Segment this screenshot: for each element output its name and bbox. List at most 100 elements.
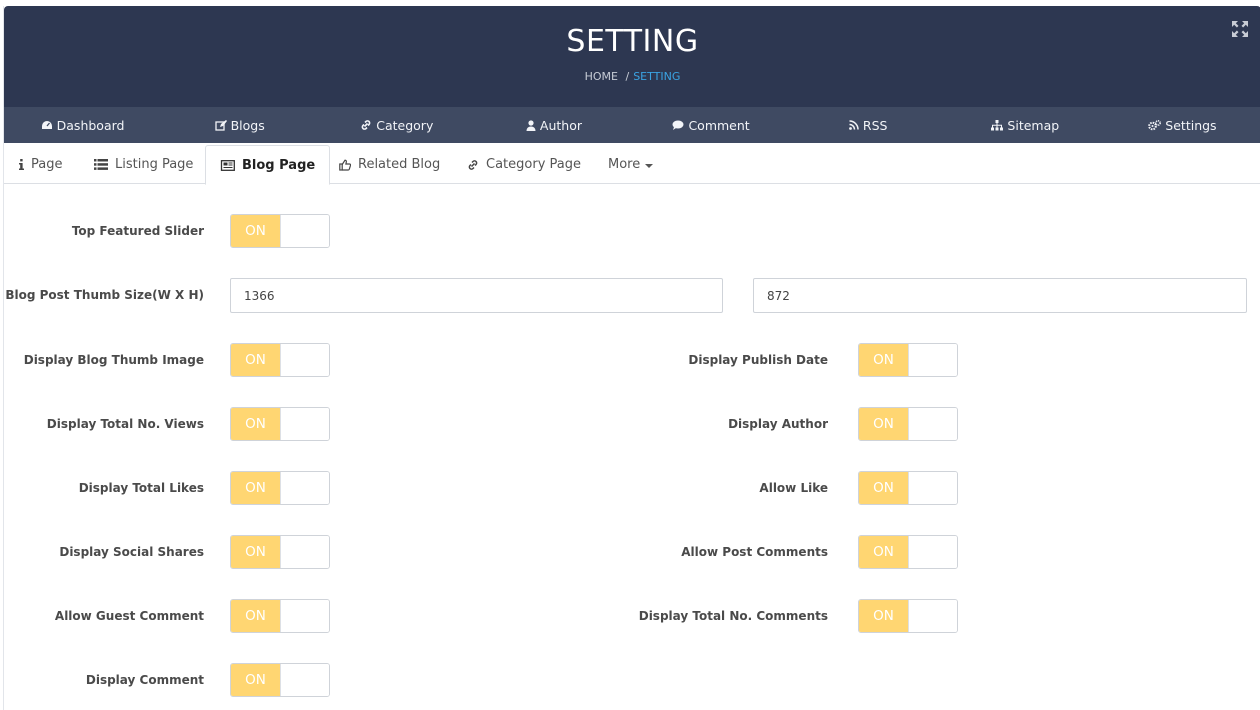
toggle-handle[interactable]: [280, 536, 329, 568]
display-blog-thumb-image-toggle[interactable]: ON: [230, 343, 330, 377]
nav-item-settings[interactable]: Settings: [1104, 107, 1260, 143]
toggle-on-state: ON: [231, 536, 280, 568]
display-total-likes-label: Display Total Likes: [78, 481, 204, 495]
tab-label: Category Page: [486, 157, 581, 172]
edit-icon: [214, 119, 227, 131]
info-icon: [19, 159, 24, 170]
tab-blog-page[interactable]: Blog Page: [205, 145, 331, 185]
toggle-on-state: ON: [231, 472, 280, 504]
display-total-likes-toggle[interactable]: ON: [230, 471, 330, 505]
tab-label: Page: [31, 157, 63, 172]
toggle-handle[interactable]: [280, 408, 329, 440]
toggle-handle[interactable]: [908, 600, 957, 632]
display-total-views-toggle[interactable]: ON: [230, 407, 330, 441]
expand-icon[interactable]: [1231, 20, 1249, 38]
toggle-on-state: ON: [859, 344, 908, 376]
allow-like-label: Allow Like: [759, 481, 828, 495]
nav-item-dashboard[interactable]: Dashboard: [4, 107, 161, 143]
breadcrumb: HOME / SETTING: [4, 70, 1260, 83]
thumb-height-input[interactable]: [753, 278, 1247, 313]
nav-item-label: Blogs: [230, 117, 265, 133]
tab-label: Listing Page: [115, 157, 194, 172]
page-header: SETTING HOME / SETTING: [4, 6, 1260, 107]
allow-guest-comment-toggle[interactable]: ON: [230, 599, 330, 633]
toggle-handle[interactable]: [908, 536, 957, 568]
toggle-on-state: ON: [859, 472, 908, 504]
tab-more-dropdown[interactable]: More: [608, 145, 654, 184]
allow-post-comments-toggle[interactable]: ON: [858, 535, 958, 569]
display-comment-label: Display Comment: [85, 673, 204, 687]
allow-post-comments-label: Allow Post Comments: [681, 545, 828, 559]
toggle-handle[interactable]: [280, 215, 329, 247]
comment-icon: [672, 120, 684, 130]
page-title: SETTING: [566, 24, 699, 59]
settings-panel: SETTING HOME / SETTING Dashboard Blogs Ca…: [3, 6, 1260, 710]
toggle-handle[interactable]: [280, 664, 329, 696]
display-comment-toggle[interactable]: ON: [230, 663, 330, 697]
tab-listing-page[interactable]: Listing Page: [94, 145, 193, 184]
nav-item-label: Author: [539, 117, 582, 133]
nav-item-label: Sitemap: [1007, 117, 1060, 133]
toggle-on-state: ON: [231, 344, 280, 376]
list-icon: [94, 159, 108, 170]
nav-item-rss[interactable]: RSS: [790, 107, 947, 143]
newspaper-icon: [220, 159, 235, 171]
breadcrumb-separator: /: [625, 70, 630, 83]
nav-item-author[interactable]: Author: [475, 107, 632, 143]
display-total-comments-toggle[interactable]: ON: [858, 599, 958, 633]
gears-icon: [1148, 119, 1162, 130]
display-publish-date-label: Display Publish Date: [688, 353, 828, 367]
toggle-on-state: ON: [859, 600, 908, 632]
toggle-handle[interactable]: [908, 408, 957, 440]
settings-tabs: Page Listing Page Blog Page Related Blog…: [4, 143, 1260, 185]
toggle-handle[interactable]: [908, 472, 957, 504]
link-icon: [361, 120, 371, 130]
toggle-handle[interactable]: [280, 472, 329, 504]
nav-item-blogs[interactable]: Blogs: [161, 107, 318, 143]
toggle-on-state: ON: [231, 600, 280, 632]
nav-item-label: RSS: [862, 117, 888, 133]
toggle-on-state: ON: [231, 408, 280, 440]
dashboard-icon: [41, 121, 52, 129]
sitemap-icon: [991, 119, 1004, 130]
toggle-on-state: ON: [231, 215, 280, 247]
rss-icon: [849, 120, 859, 130]
tab-page[interactable]: Page: [19, 145, 62, 184]
display-author-label: Display Author: [728, 417, 828, 431]
display-social-shares-toggle[interactable]: ON: [230, 535, 330, 569]
toggle-on-state: ON: [231, 664, 280, 696]
thumbs-up-icon: [339, 159, 351, 171]
allow-like-toggle[interactable]: ON: [858, 471, 958, 505]
tab-label: Blog Page: [242, 157, 316, 173]
link-icon: [468, 159, 478, 170]
nav-item-label: Category: [376, 117, 434, 133]
nav-item-category[interactable]: Category: [318, 107, 475, 143]
tab-category-page[interactable]: Category Page: [467, 145, 581, 184]
thumb-width-input[interactable]: [230, 278, 723, 313]
top-featured-slider-toggle[interactable]: ON: [230, 214, 330, 248]
display-publish-date-toggle[interactable]: ON: [858, 343, 958, 377]
user-icon: [526, 119, 536, 131]
tab-related-blog[interactable]: Related Blog: [339, 145, 440, 184]
allow-guest-comment-label: Allow Guest Comment: [54, 609, 204, 623]
nav-item-comment[interactable]: Comment: [633, 107, 790, 143]
thumb-size-label: Blog Post Thumb Size(W X H): [5, 288, 204, 302]
nav-item-label: Dashboard: [56, 117, 125, 133]
display-author-toggle[interactable]: ON: [858, 407, 958, 441]
nav-item-label: Settings: [1165, 117, 1217, 133]
toggle-handle[interactable]: [280, 600, 329, 632]
nav-item-label: Comment: [688, 117, 750, 133]
toggle-handle[interactable]: [280, 344, 329, 376]
display-social-shares-label: Display Social Shares: [59, 545, 204, 559]
toggle-handle[interactable]: [908, 344, 957, 376]
main-nav: Dashboard Blogs Category Author Comment …: [4, 107, 1260, 143]
tab-label: Related Blog: [358, 157, 441, 172]
breadcrumb-current: SETTING: [633, 70, 681, 83]
caret-down-icon: [645, 163, 654, 168]
breadcrumb-home[interactable]: HOME: [585, 70, 618, 83]
tab-label: More: [608, 157, 641, 172]
display-total-comments-label: Display Total No. Comments: [638, 609, 828, 623]
display-blog-thumb-image-label: Display Blog Thumb Image: [23, 353, 204, 367]
display-total-views-label: Display Total No. Views: [46, 417, 204, 431]
nav-item-sitemap[interactable]: Sitemap: [947, 107, 1104, 143]
